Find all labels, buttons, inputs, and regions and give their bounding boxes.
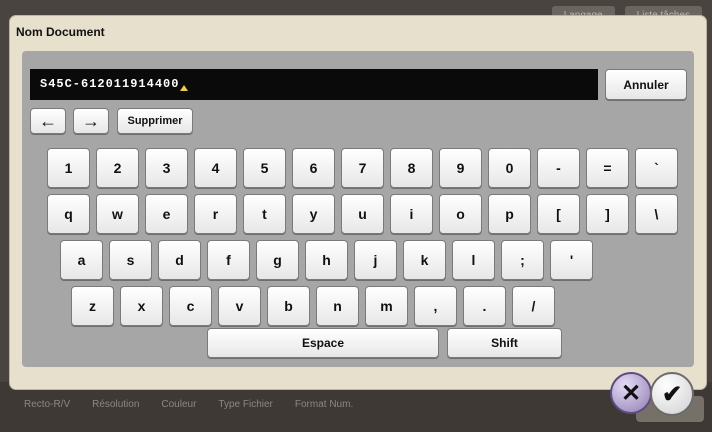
cancel-action-button[interactable]: ✕	[610, 372, 652, 414]
key-comma[interactable]: ,	[414, 286, 457, 326]
key-e[interactable]: e	[145, 194, 188, 234]
key-b[interactable]: b	[267, 286, 310, 326]
key-y[interactable]: y	[292, 194, 335, 234]
key-g[interactable]: g	[256, 240, 299, 280]
key-t[interactable]: t	[243, 194, 286, 234]
text-cursor-icon	[180, 85, 189, 91]
cancel-button[interactable]: Annuler	[605, 69, 687, 100]
delete-button[interactable]: Supprimer	[117, 108, 193, 134]
bottom-label-resolution: Résolution	[92, 399, 140, 410]
key-d[interactable]: d	[158, 240, 201, 280]
key-n[interactable]: n	[316, 286, 359, 326]
key-8[interactable]: 8	[390, 148, 433, 188]
key-r[interactable]: r	[194, 194, 237, 234]
key-i[interactable]: i	[390, 194, 433, 234]
key-k[interactable]: k	[403, 240, 446, 280]
key-q[interactable]: q	[47, 194, 90, 234]
key-3[interactable]: 3	[145, 148, 188, 188]
key-minus[interactable]: -	[537, 148, 580, 188]
keyboard-panel: S45C-612011914400 Annuler ← → Supprimer …	[22, 51, 694, 367]
arrow-right-icon: →	[82, 110, 100, 131]
key-p[interactable]: p	[488, 194, 531, 234]
bottom-label-duplex: Recto-R/V	[24, 399, 71, 410]
key-w[interactable]: w	[96, 194, 139, 234]
key-j[interactable]: j	[354, 240, 397, 280]
key-h[interactable]: h	[305, 240, 348, 280]
key-apostrophe[interactable]: '	[550, 240, 593, 280]
key-6[interactable]: 6	[292, 148, 335, 188]
check-icon: ✔	[661, 380, 683, 408]
bottom-label-scan-size: Format Num.	[294, 399, 354, 410]
key-x[interactable]: x	[120, 286, 163, 326]
key-semicolon[interactable]: ;	[501, 240, 544, 280]
document-name-field[interactable]: S45C-612011914400	[30, 69, 598, 100]
close-icon: ✕	[620, 379, 642, 407]
dialog-title: Nom Document	[16, 25, 105, 39]
key-period[interactable]: .	[463, 286, 506, 326]
cursor-right-button[interactable]: →	[73, 108, 109, 134]
key-v[interactable]: v	[218, 286, 261, 326]
arrow-left-icon: ←	[39, 110, 57, 131]
key-m[interactable]: m	[365, 286, 408, 326]
key-right-bracket[interactable]: ]	[586, 194, 629, 234]
key-backslash[interactable]: \	[635, 194, 678, 234]
document-name-value: S45C-612011914400	[40, 77, 180, 91]
key-equals[interactable]: =	[586, 148, 629, 188]
key-o[interactable]: o	[439, 194, 482, 234]
key-9[interactable]: 9	[439, 148, 482, 188]
bottom-settings-labels: Recto-R/V Résolution Couleur Type Fichie…	[24, 399, 353, 410]
bottom-label-file-type: Type Fichier	[218, 399, 273, 410]
key-7[interactable]: 7	[341, 148, 384, 188]
key-slash[interactable]: /	[512, 286, 555, 326]
key-f[interactable]: f	[207, 240, 250, 280]
key-left-bracket[interactable]: [	[537, 194, 580, 234]
bottom-label-color: Couleur	[161, 399, 197, 410]
space-key[interactable]: Espace	[207, 328, 439, 358]
key-1[interactable]: 1	[47, 148, 90, 188]
key-0[interactable]: 0	[488, 148, 531, 188]
document-name-dialog: Nom Document S45C-612011914400 Annuler ←…	[10, 16, 706, 389]
key-5[interactable]: 5	[243, 148, 286, 188]
shift-key[interactable]: Shift	[447, 328, 562, 358]
key-s[interactable]: s	[109, 240, 152, 280]
key-backtick[interactable]: `	[635, 148, 678, 188]
key-4[interactable]: 4	[194, 148, 237, 188]
key-z[interactable]: z	[71, 286, 114, 326]
key-c[interactable]: c	[169, 286, 212, 326]
key-u[interactable]: u	[341, 194, 384, 234]
cursor-left-button[interactable]: ←	[30, 108, 66, 134]
key-l[interactable]: l	[452, 240, 495, 280]
key-a[interactable]: a	[60, 240, 103, 280]
key-2[interactable]: 2	[96, 148, 139, 188]
confirm-action-button[interactable]: ✔	[650, 372, 694, 416]
